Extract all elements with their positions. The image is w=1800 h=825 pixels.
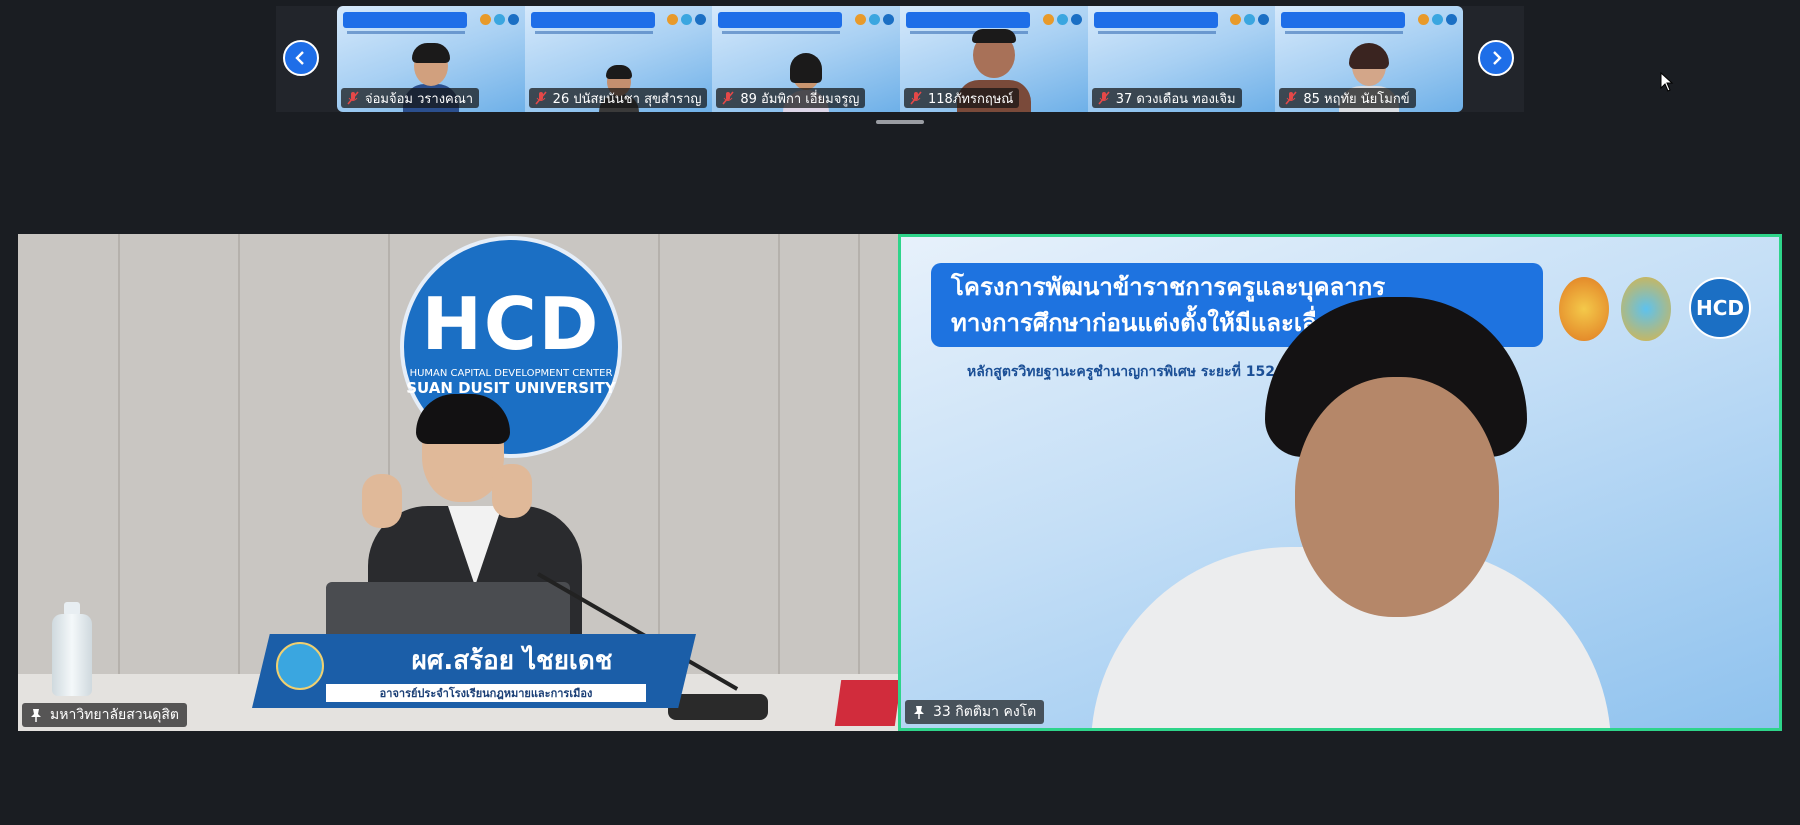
participant-tile[interactable]: 37 ดวงเดือน ทองเจิม	[1087, 6, 1276, 112]
ministry-emblem-icon	[1559, 277, 1609, 341]
speaker-name: ผศ.สร้อย ไชยเดช	[411, 646, 613, 676]
participant-name-label: 33 กิตติมา คงโต	[905, 700, 1045, 724]
video-tile-active-speaker[interactable]: โครงการพัฒนาข้าราชการครูและบุคลากร ทางกา…	[898, 234, 1782, 731]
hcd-logo-text: HCD	[421, 281, 601, 366]
mic-off-icon	[722, 91, 734, 105]
speaker-face	[1295, 377, 1499, 617]
participant-name-label: 26 ปนัสยนันชา สุขสำราญ	[528, 88, 708, 108]
participant-name: 118ภัทรกฤษณ์	[928, 91, 1014, 107]
mic-off-icon	[347, 91, 359, 105]
participant-name: 89 อัมพิกา เอี่ยมจรูญ	[740, 91, 860, 107]
pin-icon	[914, 706, 924, 719]
participant-tile[interactable]: 26 ปนัสยนันชา สุขสำราญ	[524, 6, 713, 112]
participant-tile[interactable]: 85 หฤทัย นัยโมกข์	[1275, 6, 1463, 112]
pin-icon	[31, 709, 41, 722]
university-emblem-icon	[1621, 277, 1671, 341]
mic-off-icon	[1285, 91, 1297, 105]
mic-off-icon	[910, 91, 922, 105]
participant-name: 85 หฤทัย นัยโมกข์	[1303, 91, 1410, 107]
speaker-nameplate: ผศ.สร้อย ไชยเดช อาจารย์ประจำโรงเรียนกฎหม…	[252, 634, 696, 708]
participant-filmstrip: จ่อมจ้อม วรางคณา 26 ปนัสยนันชา สุขสำราญ …	[337, 6, 1463, 112]
participant-name: 33 กิตติมา คงโต	[933, 704, 1037, 720]
participant-name-label: 85 หฤทัย นัยโมกข์	[1279, 88, 1416, 108]
mic-off-icon	[535, 91, 547, 105]
participant-name: 26 ปนัสยนันชา สุขสำราญ	[552, 91, 702, 107]
participant-name-label: 89 อัมพิกา เอี่ยมจรูญ	[716, 88, 866, 108]
chevron-right-icon	[1493, 51, 1502, 65]
hcd-logo-small: HCD	[1689, 277, 1751, 339]
mouse-cursor-icon	[1660, 72, 1674, 92]
participant-tile[interactable]: 118ภัทรกฤษณ์	[900, 6, 1088, 112]
participant-name: 37 ดวงเดือน ทองเจิม	[1115, 91, 1236, 107]
university-emblem-icon	[276, 642, 324, 690]
video-tile-host[interactable]: HCD HUMAN CAPITAL DEVELOPMENT CENTER SUA…	[18, 234, 898, 731]
participant-name-label: 37 ดวงเดือน ทองเจิม	[1091, 88, 1242, 108]
filmstrip-next-button[interactable]	[1478, 40, 1514, 76]
hcd-logo-line2: SUAN DUSIT UNIVERSITY	[406, 378, 616, 397]
hcd-logo-line1: HUMAN CAPITAL DEVELOPMENT CENTER	[409, 367, 613, 379]
participant-name-label: จ่อมจ้อม วรางคณา	[341, 88, 480, 108]
speaker-hand	[492, 464, 532, 518]
host-name-label: มหาวิทยาลัยสวนดุสิต	[22, 703, 187, 727]
speaker-hand	[362, 474, 402, 528]
participant-name-label: 118ภัทรกฤษณ์	[904, 88, 1020, 108]
participant-tile[interactable]: 89 อัมพิกา เอี่ยมจรูญ	[712, 6, 901, 112]
host-name: มหาวิทยาลัยสวนดุสิต	[50, 707, 179, 723]
project-subtitle: หลักสูตรวิทยฐานะครูชำนาญการพิเศษ ระยะที่…	[967, 364, 1307, 380]
filmstrip-prev-button[interactable]	[283, 40, 319, 76]
mic-off-icon	[1098, 91, 1110, 105]
filmstrip-resize-handle[interactable]	[876, 120, 924, 124]
chevron-left-icon	[295, 51, 304, 65]
water-bottle	[52, 614, 92, 696]
speaker-title: อาจารย์ประจำโรงเรียนกฎหมายและการเมือง	[326, 684, 646, 702]
participant-name: จ่อมจ้อม วรางคณา	[365, 91, 474, 107]
participant-tile[interactable]: จ่อมจ้อม วรางคณา	[337, 6, 525, 112]
project-banner-line1: โครงการพัฒนาข้าราชการครูและบุคลากร	[951, 273, 1386, 301]
